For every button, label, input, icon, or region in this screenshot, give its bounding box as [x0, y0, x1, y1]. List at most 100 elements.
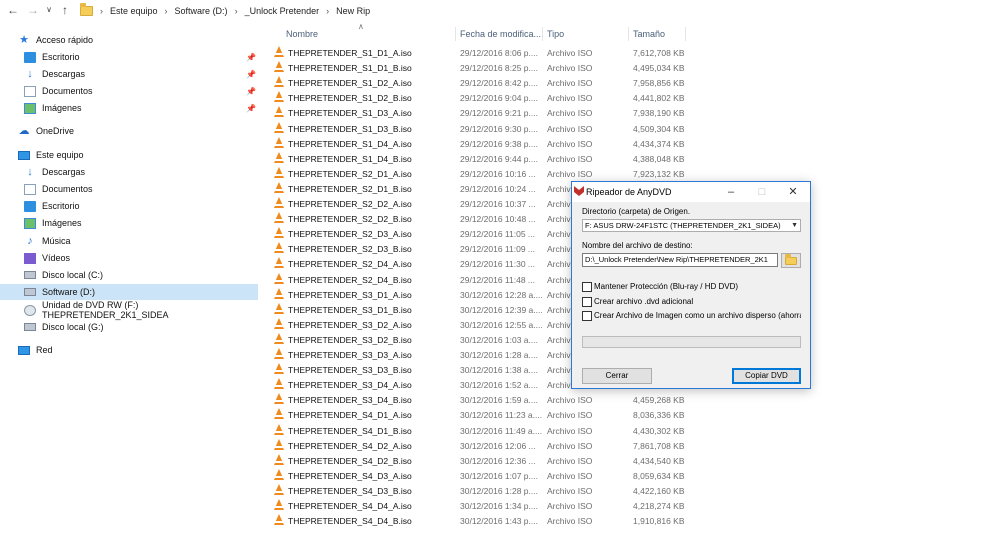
pin-icon[interactable]: 📌	[246, 70, 256, 79]
sidebar-item-local-disk-g[interactable]: Disco local (G:)	[0, 319, 258, 335]
sidebar-item-pictures-pc[interactable]: Imágenes	[0, 215, 258, 231]
file-name: THEPRETENDER_S2_D4_A.iso	[288, 259, 412, 270]
sidebar-item-videos[interactable]: Vídeos	[0, 250, 258, 266]
copy-dvd-button[interactable]: Copiar DVD	[732, 368, 801, 384]
file-type: Archivo ISO	[547, 485, 593, 496]
file-type: Archivo ISO	[547, 48, 593, 58]
column-divider[interactable]	[628, 27, 629, 41]
sidebar-item-documents[interactable]: Documentos 📌	[0, 83, 258, 99]
breadcrumb-item[interactable]: Este equipo	[110, 6, 158, 16]
file-type: Archivo ISO	[547, 78, 593, 89]
table-row[interactable]: THEPRETENDER_S1_D1_A.iso 29/12/2016 8:06 …	[270, 46, 685, 61]
sidebar-item-network[interactable]: Red	[0, 342, 258, 358]
forward-arrow-icon[interactable]: →	[26, 3, 40, 17]
sparse-image-checkbox[interactable]	[582, 311, 592, 321]
column-divider[interactable]	[542, 27, 543, 41]
file-name: THEPRETENDER_S3_D1_B.iso	[288, 304, 412, 315]
destination-path-input[interactable]: D:\_Unlock Pretender\New Rip\THEPRETENDE…	[582, 253, 778, 267]
file-type: Archivo ISO	[547, 501, 593, 511]
vlc-file-icon	[274, 408, 284, 420]
sidebar-item-software-d[interactable]: Software (D:)	[0, 284, 258, 300]
table-row[interactable]: THEPRETENDER_S2_D1_A.iso 29/12/2016 10:16…	[270, 166, 685, 182]
source-drive-select[interactable]: F: ASUS DRW-24F1STC (THEPRETENDER_2K1_SI…	[582, 219, 801, 232]
file-date: 29/12/2016 11:48 ...	[460, 274, 535, 285]
file-name: THEPRETENDER_S1_D4_B.iso	[288, 153, 412, 164]
file-name: THEPRETENDER_S2_D3_B.iso	[288, 244, 412, 255]
column-divider[interactable]	[685, 27, 686, 41]
table-row[interactable]: THEPRETENDER_S1_D3_A.iso 29/12/2016 9:21 …	[270, 106, 685, 121]
file-type: Archivo ISO	[547, 455, 593, 466]
file-date: 29/12/2016 10:37 ...	[460, 199, 536, 209]
sidebar-item-music[interactable]: ♪ Música	[0, 233, 258, 249]
sidebar-item-desktop-pc[interactable]: Escritorio	[0, 198, 258, 214]
table-row[interactable]: THEPRETENDER_S1_D2_A.iso 29/12/2016 8:42 …	[270, 76, 685, 91]
sidebar-item-documents-pc[interactable]: Documentos	[0, 181, 258, 197]
dialog-body: Directorio (carpeta) de Origen. F: ASUS …	[572, 182, 801, 388]
table-row[interactable]: THEPRETENDER_S4_D1_B.iso 30/12/2016 11:49…	[270, 423, 685, 439]
file-name: THEPRETENDER_S4_D3_B.iso	[288, 485, 412, 496]
destination-path-value: D:\_Unlock Pretender\New Rip\THEPRETENDE…	[585, 255, 768, 264]
back-arrow-icon[interactable]: ←	[6, 3, 20, 17]
breadcrumb-item[interactable]: Software (D:)	[175, 6, 228, 16]
column-header-size[interactable]: Tamaño	[633, 24, 665, 44]
sidebar-item-label: Red	[36, 345, 53, 355]
close-button[interactable]: Cerrar	[582, 368, 652, 384]
file-size: 1,910,816 KB	[633, 516, 685, 527]
breadcrumb[interactable]: › Este equipo › Software (D:) › _Unlock …	[80, 3, 370, 19]
column-header-name[interactable]: Nombre	[286, 24, 318, 44]
keep-protection-checkbox[interactable]	[582, 282, 592, 292]
file-name: THEPRETENDER_S1_D4_A.iso	[288, 138, 412, 149]
column-divider[interactable]	[455, 27, 456, 41]
table-row[interactable]: THEPRETENDER_S4_D2_B.iso 30/12/2016 12:36…	[270, 453, 685, 469]
pin-icon[interactable]: 📌	[246, 104, 256, 113]
column-header-type[interactable]: Tipo	[547, 24, 564, 44]
sidebar-item-label: OneDrive	[36, 126, 75, 136]
vlc-file-icon	[274, 363, 284, 375]
table-row[interactable]: THEPRETENDER_S4_D3_B.iso 30/12/2016 1:28 …	[270, 483, 685, 499]
file-type: Archivo ISO	[547, 516, 593, 527]
vlc-file-icon	[274, 499, 284, 510]
file-size: 8,059,634 KB	[633, 470, 685, 481]
table-row[interactable]: THEPRETENDER_S1_D3_B.iso 29/12/2016 9:30 …	[270, 121, 685, 137]
anydvd-ripper-dialog: Ripeador de AnyDVD – □ ✕ Directorio (car…	[571, 181, 811, 389]
sidebar-item-downloads-pc[interactable]: ↓ Descargas	[0, 164, 258, 180]
pin-icon[interactable]: 📌	[246, 87, 256, 96]
recent-locations-chevron-icon[interactable]: ∨	[42, 3, 56, 17]
folder-icon	[785, 254, 797, 265]
file-type: Archivo ISO	[547, 410, 593, 421]
file-type: Archiv	[547, 259, 571, 270]
table-row[interactable]: THEPRETENDER_S4_D3_A.iso 30/12/2016 1:07 …	[270, 468, 685, 484]
create-dvd-file-checkbox[interactable]	[582, 297, 592, 307]
table-row[interactable]: THEPRETENDER_S1_D4_A.iso 29/12/2016 9:38 …	[270, 136, 685, 152]
sidebar-item-quick-access[interactable]: ★ Acceso rápido	[0, 32, 258, 48]
sidebar-item-local-disk-c[interactable]: Disco local (C:)	[0, 267, 258, 283]
table-row[interactable]: THEPRETENDER_S4_D4_B.iso 30/12/2016 1:43 …	[270, 514, 685, 529]
up-arrow-icon[interactable]: ↑	[58, 3, 72, 17]
table-row[interactable]: THEPRETENDER_S4_D1_A.iso 30/12/2016 11:23…	[270, 408, 685, 423]
table-row[interactable]: THEPRETENDER_S4_D4_A.iso 30/12/2016 1:34 …	[270, 499, 685, 514]
file-name: THEPRETENDER_S2_D4_B.iso	[288, 274, 412, 285]
folder-icon	[80, 3, 93, 16]
pin-icon[interactable]: 📌	[246, 53, 256, 62]
breadcrumb-item[interactable]: _Unlock Pretender	[245, 6, 320, 16]
file-type: Archivo ISO	[547, 138, 593, 149]
sidebar-item-desktop[interactable]: Escritorio 📌	[0, 49, 258, 65]
table-row[interactable]: THEPRETENDER_S3_D4_B.iso 30/12/2016 1:59 …	[270, 393, 685, 408]
table-row[interactable]: THEPRETENDER_S1_D4_B.iso 29/12/2016 9:44 …	[270, 151, 685, 167]
sidebar-item-onedrive[interactable]: ☁ OneDrive	[0, 123, 258, 139]
sidebar-item-label: Vídeos	[42, 253, 71, 263]
sidebar-item-downloads[interactable]: ↓ Descargas 📌	[0, 66, 258, 82]
table-row[interactable]: THEPRETENDER_S1_D1_B.iso 29/12/2016 8:25 …	[270, 61, 685, 76]
file-name: THEPRETENDER_S3_D4_A.iso	[288, 380, 412, 391]
sidebar-item-dvd-drive-f[interactable]: Unidad de DVD RW (F:) THEPRETENDER_2K1_S…	[0, 300, 258, 320]
file-name: THEPRETENDER_S3_D2_A.iso	[288, 319, 412, 330]
breadcrumb-item[interactable]: New Rip	[336, 6, 370, 16]
sidebar-item-this-pc[interactable]: Este equipo	[0, 147, 258, 163]
table-row[interactable]: THEPRETENDER_S4_D2_A.iso 30/12/2016 12:06…	[270, 438, 685, 454]
file-date: 30/12/2016 12:28 a....	[460, 289, 543, 300]
table-row[interactable]: THEPRETENDER_S1_D2_B.iso 29/12/2016 9:04 …	[270, 91, 685, 106]
sidebar-item-pictures[interactable]: Imágenes 📌	[0, 100, 258, 116]
file-date: 30/12/2016 1:52 a....	[460, 380, 538, 391]
browse-button[interactable]	[781, 253, 801, 268]
column-header-date[interactable]: Fecha de modifica...	[460, 24, 541, 44]
